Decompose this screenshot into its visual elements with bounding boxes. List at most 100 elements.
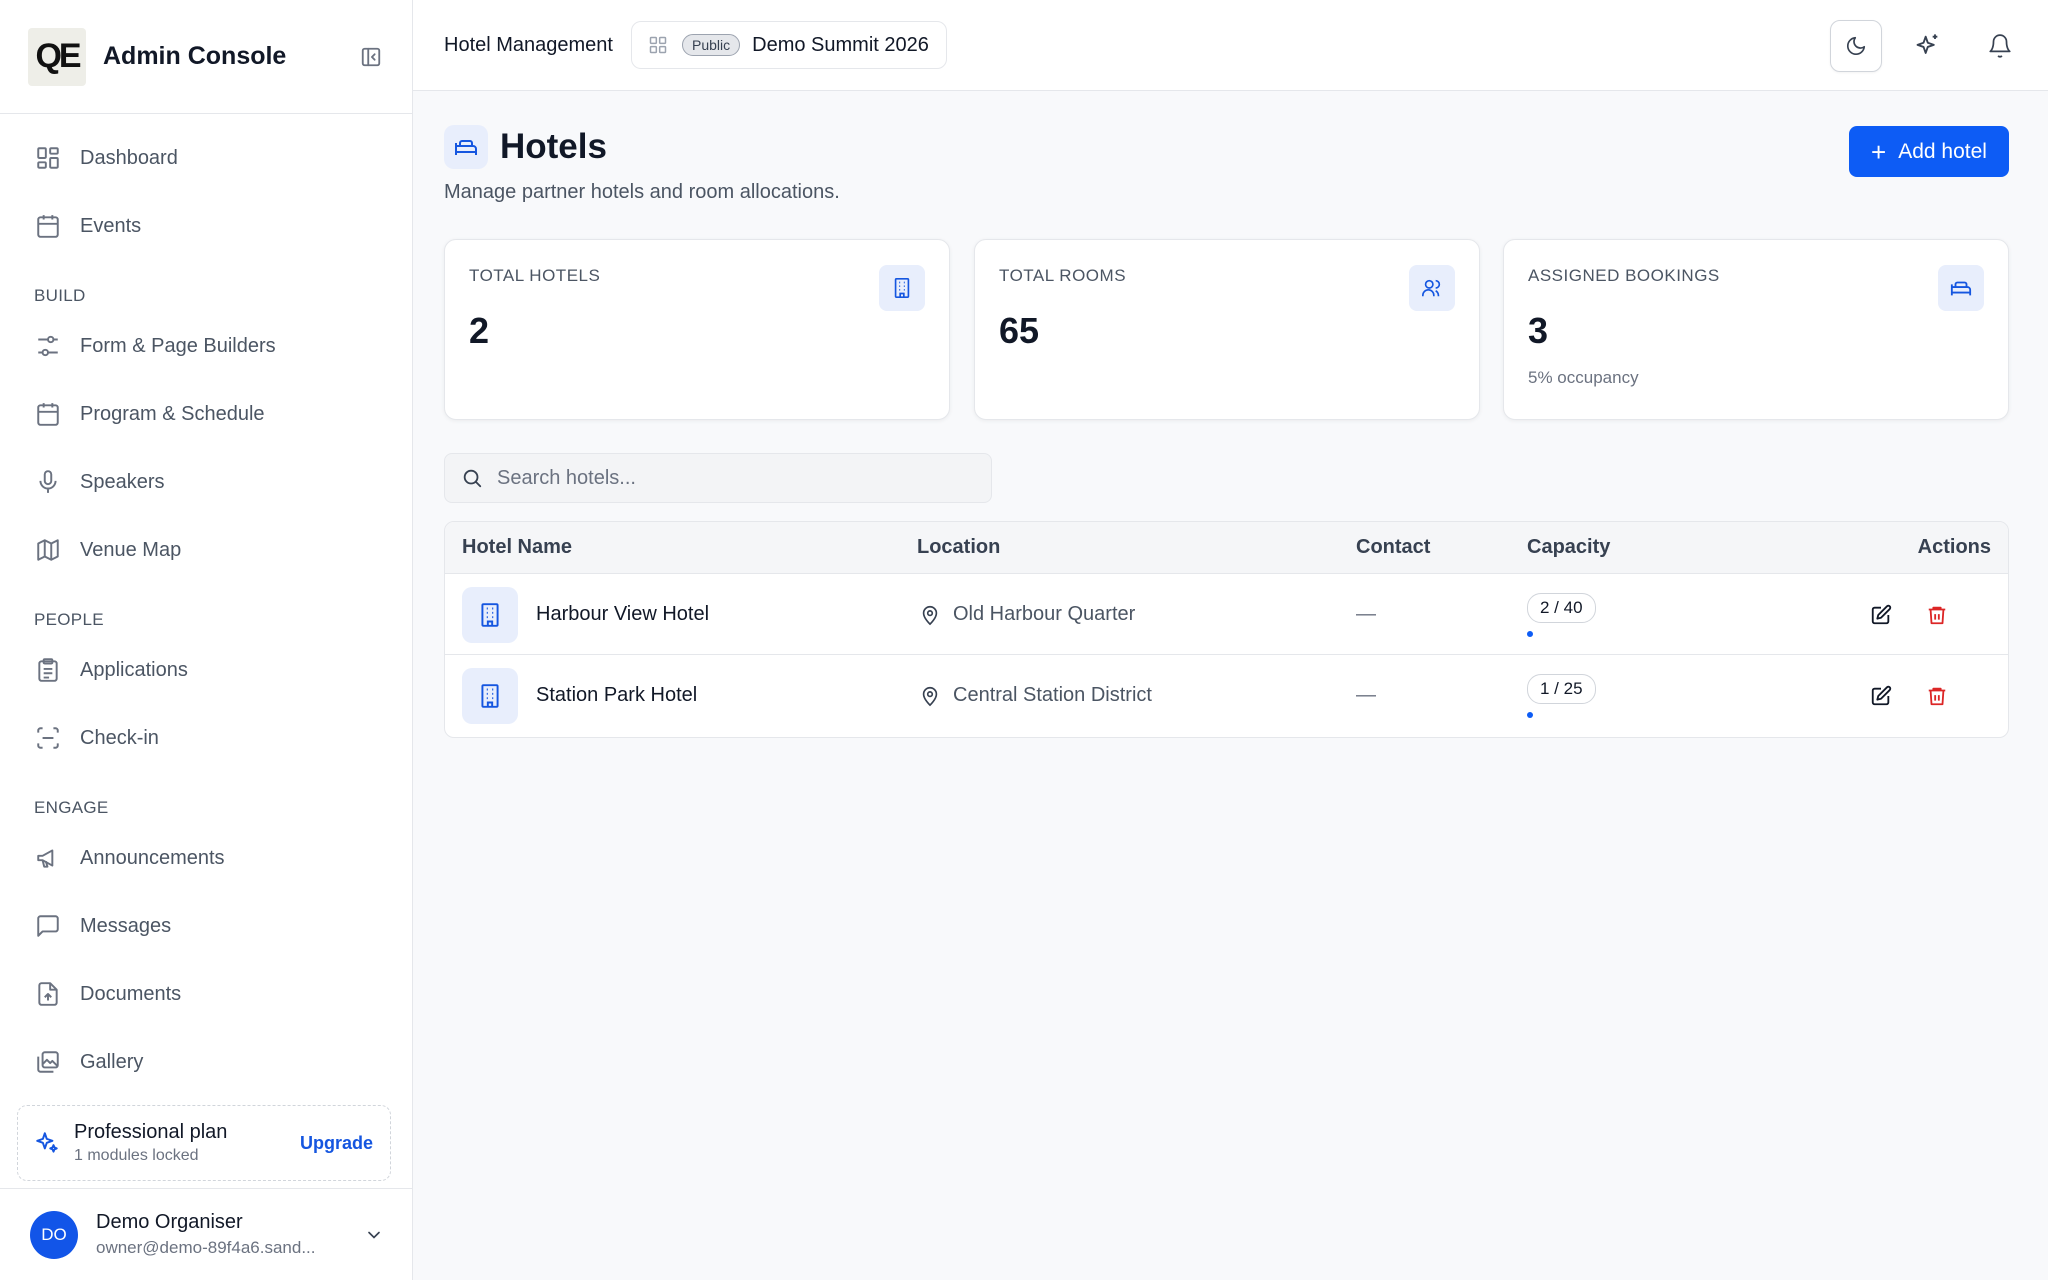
location-cell: Old Harbour Quarter bbox=[919, 574, 1135, 655]
sidebar-item-messages[interactable]: Messages bbox=[0, 892, 412, 960]
hotels-table: Hotel Name Location Contact Capacity Act… bbox=[444, 521, 2009, 738]
add-hotel-label: Add hotel bbox=[1898, 139, 1987, 163]
upgrade-link[interactable]: Upgrade bbox=[300, 1133, 373, 1154]
sidebar-item-program-schedule[interactable]: Program & Schedule bbox=[0, 380, 412, 448]
page-title: Hotels bbox=[500, 127, 607, 166]
sidebar-item-events[interactable]: Events bbox=[0, 192, 412, 260]
table-header: Hotel Name Location Contact Capacity Act… bbox=[445, 522, 2008, 574]
capacity-cell: 1 / 25 bbox=[1527, 655, 1599, 736]
stat-note: 5% occupancy bbox=[1528, 368, 1639, 387]
location-text: Central Station District bbox=[953, 684, 1152, 706]
capacity-progress bbox=[1527, 711, 1599, 718]
map-pin-icon bbox=[919, 604, 941, 626]
stat-value: 3 bbox=[1528, 310, 1549, 351]
map-icon bbox=[34, 536, 62, 564]
page-header: Hotels bbox=[444, 125, 607, 169]
contact-cell: — bbox=[1356, 684, 1376, 706]
app-logo: QE bbox=[28, 27, 86, 86]
capacity-progress bbox=[1527, 630, 1599, 637]
notifications-button[interactable] bbox=[1974, 20, 2026, 72]
sidebar-header: QE Admin Console bbox=[0, 0, 412, 114]
sidebar-item-label: Speakers bbox=[80, 470, 165, 493]
nav-section-title: BUILD bbox=[34, 286, 86, 305]
sidebar-item-form-page-builders[interactable]: Form & Page Builders bbox=[0, 312, 412, 380]
stat-label: ASSIGNED BOOKINGS bbox=[1528, 266, 1720, 285]
dashboard-icon bbox=[34, 144, 62, 172]
add-hotel-button[interactable]: + Add hotel bbox=[1849, 126, 2009, 177]
map-pin-icon bbox=[919, 685, 941, 707]
column-header-location[interactable]: Location bbox=[917, 536, 1000, 559]
column-header-capacity[interactable]: Capacity bbox=[1527, 536, 1610, 559]
theme-toggle-button[interactable] bbox=[1830, 19, 1882, 72]
megaphone-icon bbox=[34, 844, 62, 872]
sidebar-item-documents[interactable]: Documents bbox=[0, 960, 412, 1028]
sidebar-item-announcements[interactable]: Announcements bbox=[0, 824, 412, 892]
capacity-cell: 2 / 40 bbox=[1527, 574, 1599, 655]
grid-icon bbox=[648, 35, 668, 55]
nav-section-title: PEOPLE bbox=[34, 610, 104, 629]
user-name: Demo Organiser bbox=[96, 1211, 243, 1233]
edit-button[interactable] bbox=[1864, 679, 1898, 713]
users-icon bbox=[1409, 265, 1455, 311]
sidebar-item-applications[interactable]: Applications bbox=[0, 636, 412, 704]
sidebar-nav: Dashboard Events BUILD Form & Page Build… bbox=[0, 114, 412, 1096]
sidebar-item-check-in[interactable]: Check-in bbox=[0, 704, 412, 772]
stat-label: TOTAL ROOMS bbox=[999, 266, 1127, 285]
contact-cell: — bbox=[1356, 603, 1376, 625]
capacity-badge: 2 / 40 bbox=[1527, 592, 1596, 623]
bed-icon bbox=[444, 125, 488, 169]
edit-icon bbox=[1870, 604, 1892, 626]
sparkles-icon bbox=[34, 1130, 60, 1156]
sidebar-item-label: Events bbox=[80, 214, 142, 237]
stat-card-total-rooms: TOTAL ROOMS 65 bbox=[974, 239, 1480, 420]
column-header-hotel-name[interactable]: Hotel Name bbox=[462, 536, 572, 559]
sidebar-item-label: Program & Schedule bbox=[80, 402, 265, 425]
avatar: DO bbox=[30, 1210, 78, 1259]
clipboard-icon bbox=[34, 656, 62, 684]
trash-icon bbox=[1926, 685, 1948, 707]
building-icon bbox=[879, 265, 925, 311]
sidebar-item-dashboard[interactable]: Dashboard bbox=[0, 124, 412, 192]
sidebar-item-label: Gallery bbox=[80, 1050, 144, 1073]
user-email: owner@demo-89f4a6.sand... bbox=[96, 1238, 316, 1257]
moon-icon bbox=[1845, 35, 1867, 57]
bell-icon bbox=[1987, 33, 2013, 59]
plan-locked-modules: 1 modules locked bbox=[74, 1147, 199, 1164]
sidebar-item-gallery[interactable]: Gallery bbox=[0, 1028, 412, 1096]
visibility-badge: Public bbox=[681, 34, 741, 56]
sidebar-item-speakers[interactable]: Speakers bbox=[0, 448, 412, 516]
top-bar: Hotel Management Public Demo Summit 2026 bbox=[413, 0, 2048, 91]
document-icon bbox=[34, 980, 62, 1008]
topbar-actions bbox=[1830, 0, 2048, 91]
sidebar-item-label: Venue Map bbox=[80, 538, 182, 561]
chevron-down-icon[interactable] bbox=[364, 1225, 384, 1245]
app-title: Admin Console bbox=[103, 42, 287, 70]
table-row[interactable]: Station Park Hotel Central Station Distr… bbox=[445, 655, 2008, 736]
nav-section-title: ENGAGE bbox=[34, 798, 109, 817]
collapse-sidebar-icon[interactable] bbox=[358, 44, 384, 70]
search-input[interactable] bbox=[497, 466, 977, 490]
user-menu[interactable]: DO Demo Organiser owner@demo-89f4a6.sand… bbox=[0, 1188, 412, 1280]
column-header-contact[interactable]: Contact bbox=[1356, 536, 1430, 559]
edit-button[interactable] bbox=[1864, 598, 1898, 632]
ai-assistant-button[interactable] bbox=[1902, 20, 1954, 72]
event-selector[interactable]: Public Demo Summit 2026 bbox=[630, 21, 947, 69]
hotel-name: Station Park Hotel bbox=[536, 684, 698, 706]
section-title: Hotel Management bbox=[444, 33, 613, 56]
hotel-name-cell: Harbour View Hotel bbox=[462, 574, 709, 655]
stat-value: 2 bbox=[469, 310, 490, 351]
calendar-icon bbox=[34, 400, 62, 428]
column-header-actions: Actions bbox=[1917, 536, 1991, 558]
location-cell: Central Station District bbox=[919, 655, 1152, 736]
stat-value: 65 bbox=[999, 310, 1040, 351]
capacity-progress-fill bbox=[1527, 711, 1533, 718]
delete-button[interactable] bbox=[1920, 679, 1954, 713]
sidebar-item-label: Applications bbox=[80, 658, 188, 681]
plan-info: Professional plan 1 modules locked bbox=[74, 1121, 300, 1165]
table-row[interactable]: Harbour View Hotel Old Harbour Quarter —… bbox=[445, 574, 2008, 655]
plan-card: Professional plan 1 modules locked Upgra… bbox=[17, 1105, 391, 1181]
sidebar-item-venue-map[interactable]: Venue Map bbox=[0, 516, 412, 584]
row-actions bbox=[1864, 655, 1954, 736]
search-box bbox=[444, 453, 992, 503]
delete-button[interactable] bbox=[1920, 598, 1954, 632]
